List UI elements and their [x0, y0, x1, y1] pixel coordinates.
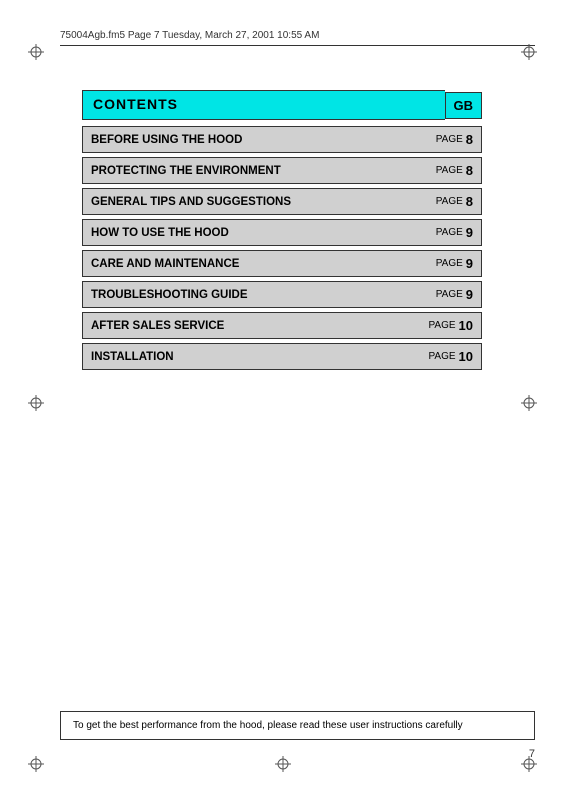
toc-page-number: 9	[466, 256, 473, 271]
toc-row: AFTER SALES SERVICE PAGE 10	[82, 312, 482, 339]
toc-page-number: 10	[459, 318, 473, 333]
toc-row-label: CARE AND MAINTENANCE	[83, 253, 428, 275]
toc-row: CARE AND MAINTENANCEPAGE9	[82, 250, 482, 277]
page-number: 7	[529, 748, 535, 760]
reg-mark-top-right	[521, 44, 537, 60]
header-bar: 75004Agb.fm5 Page 7 Tuesday, March 27, 2…	[60, 30, 535, 46]
toc-page-number: 10	[459, 349, 473, 364]
toc-row-page: PAGE8	[428, 127, 481, 152]
toc-row: TROUBLESHOOTING GUIDEPAGE9	[82, 281, 482, 308]
toc-row: PROTECTING THE ENVIRONMENTPAGE8	[82, 157, 482, 184]
toc-row: INSTALLATION PAGE 10	[82, 343, 482, 370]
toc-row: BEFORE USING THE HOODPAGE8	[82, 126, 482, 153]
contents-section: CONTENTS GB BEFORE USING THE HOODPAGE8PR…	[82, 90, 482, 374]
toc-page-word: PAGE	[428, 351, 455, 362]
toc-page-word: PAGE	[436, 165, 463, 176]
toc-row-page: PAGE9	[428, 220, 481, 245]
contents-header: CONTENTS GB	[82, 90, 482, 120]
reg-mark-mid-left	[28, 395, 44, 411]
contents-title-box: CONTENTS	[82, 90, 445, 120]
page: 75004Agb.fm5 Page 7 Tuesday, March 27, 2…	[0, 0, 565, 800]
reg-mark-top-left	[28, 44, 44, 60]
toc-page-word: PAGE	[436, 258, 463, 269]
reg-mark-bot-left	[28, 756, 44, 772]
toc-row-page: PAGE9	[428, 251, 481, 276]
toc-row: GENERAL TIPS AND SUGGESTIONSPAGE8	[82, 188, 482, 215]
toc-page-number: 8	[466, 163, 473, 178]
toc-page-word: PAGE	[436, 289, 463, 300]
toc-row-label: PROTECTING THE ENVIRONMENT	[83, 160, 428, 182]
toc-row-page: PAGE8	[428, 189, 481, 214]
toc-page-number: 8	[466, 132, 473, 147]
reg-mark-bot-mid	[275, 756, 291, 772]
toc-row-label: BEFORE USING THE HOOD	[83, 129, 428, 151]
toc-table: BEFORE USING THE HOODPAGE8PROTECTING THE…	[82, 126, 482, 370]
toc-page-number: 9	[466, 225, 473, 240]
toc-row-label: GENERAL TIPS AND SUGGESTIONS	[83, 191, 428, 213]
gb-badge: GB	[445, 92, 483, 119]
toc-row-page: PAGE 10	[420, 313, 481, 338]
toc-page-word: PAGE	[436, 227, 463, 238]
toc-row-label: HOW TO USE THE HOOD	[83, 222, 428, 244]
toc-row: HOW TO USE THE HOODPAGE9	[82, 219, 482, 246]
header-text: 75004Agb.fm5 Page 7 Tuesday, March 27, 2…	[60, 30, 319, 41]
toc-page-word: PAGE	[428, 320, 455, 331]
toc-row-label: AFTER SALES SERVICE	[83, 315, 420, 337]
toc-row-label: INSTALLATION	[83, 346, 420, 368]
toc-page-number: 8	[466, 194, 473, 209]
toc-row-label: TROUBLESHOOTING GUIDE	[83, 284, 428, 306]
toc-page-word: PAGE	[436, 134, 463, 145]
toc-page-number: 9	[466, 287, 473, 302]
toc-row-page: PAGE 10	[420, 344, 481, 369]
footer-note-text: To get the best performance from the hoo…	[73, 720, 463, 731]
contents-title: CONTENTS	[93, 96, 178, 112]
reg-mark-mid-right	[521, 395, 537, 411]
toc-page-word: PAGE	[436, 196, 463, 207]
toc-row-page: PAGE8	[428, 158, 481, 183]
footer-note: To get the best performance from the hoo…	[60, 711, 535, 740]
toc-row-page: PAGE9	[428, 282, 481, 307]
